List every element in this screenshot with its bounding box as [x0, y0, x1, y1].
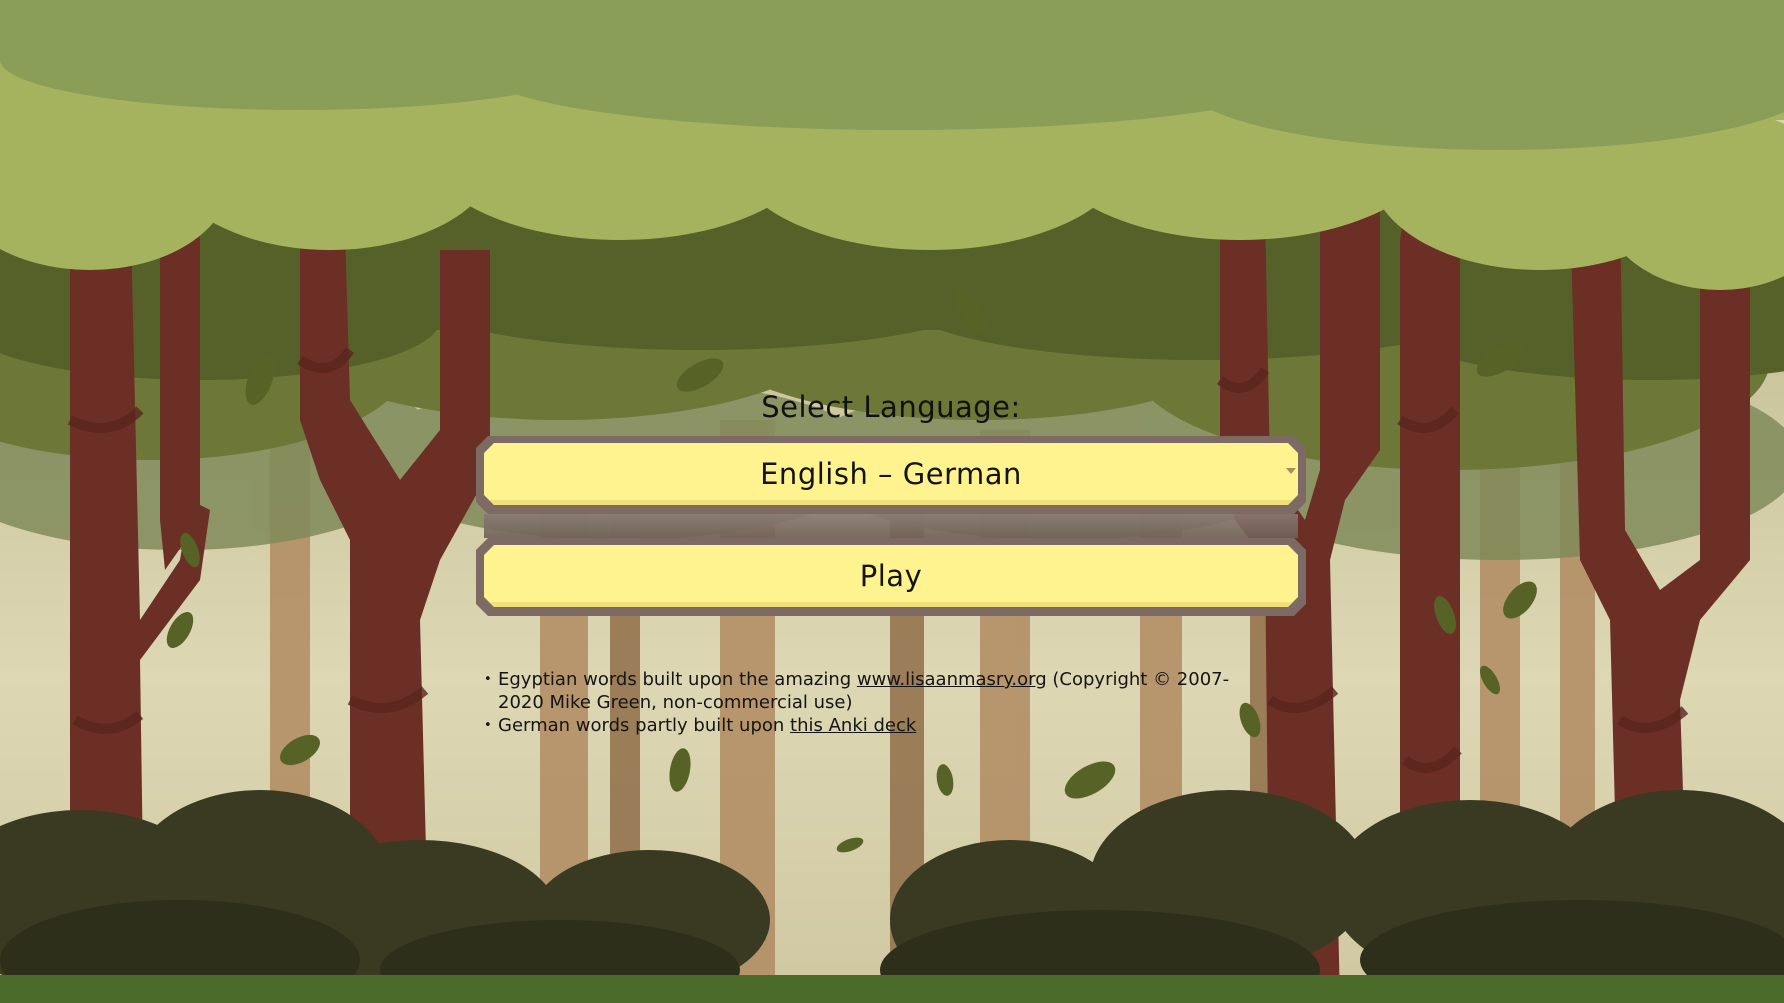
lisaanmasry-link[interactable]: www.lisaanmasry.org — [857, 669, 1047, 690]
credit-german-prefix: German words partly built upon — [498, 715, 791, 736]
language-select-face[interactable]: English – German — [484, 443, 1298, 505]
credits: Egyptian words built upon the amazing ww… — [484, 668, 1244, 737]
credit-item-egyptian: Egyptian words built upon the amazing ww… — [484, 668, 1244, 714]
play-button-label: Play — [859, 559, 923, 593]
game-scene: Select Language: English – German Play E… — [0, 0, 1784, 1003]
main-menu: Select Language: English – German Play — [476, 388, 1306, 616]
anki-deck-link[interactable]: this Anki deck — [790, 715, 916, 736]
credits-list: Egyptian words built upon the amazing ww… — [484, 668, 1244, 737]
play-button[interactable]: Play — [476, 538, 1306, 616]
language-select-value: English – German — [760, 457, 1022, 491]
language-select[interactable]: English – German — [476, 436, 1306, 514]
chevron-down-icon — [1286, 468, 1296, 474]
panel-connector — [484, 514, 1298, 538]
play-button-face[interactable]: Play — [484, 545, 1298, 607]
credit-egyptian-prefix: Egyptian words built upon the amazing — [498, 669, 857, 690]
select-language-label: Select Language: — [761, 390, 1021, 424]
credit-item-german: German words partly built upon this Anki… — [484, 714, 1244, 737]
